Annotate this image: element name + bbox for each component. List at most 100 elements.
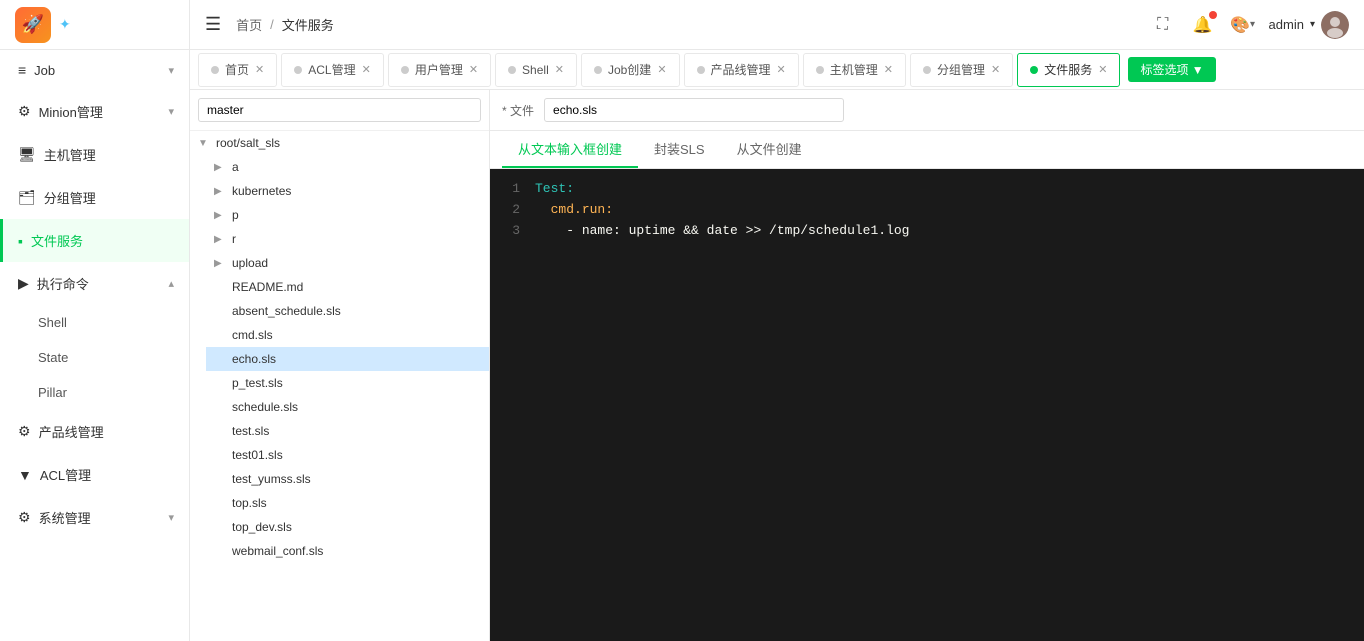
header-right: ⛶ 🔔 🎨 ▾ admin ▾	[1149, 11, 1349, 39]
tab-host[interactable]: 主机管理 ✕	[803, 53, 906, 87]
sidebar-item-product[interactable]: ⚙ 产品线管理	[0, 410, 189, 453]
tab-acl[interactable]: ACL管理 ✕	[281, 53, 384, 87]
tab-group-dot	[923, 66, 931, 74]
code-editor[interactable]: 1 Test: 2 cmd.run: 3 - name: uptime && d…	[490, 169, 1364, 641]
editor-tabs: 从文本输入框创建 封装SLS 从文件创建	[490, 131, 1364, 169]
file-schedule-label: schedule.sls	[232, 400, 298, 414]
tab-file-svc[interactable]: 文件服务 ✕	[1017, 53, 1120, 87]
tree-root: ▼ root/salt_sls ▶ a ▶ kubernetes	[190, 131, 489, 563]
hamburger-button[interactable]: ☰	[205, 14, 221, 35]
tab-host-close[interactable]: ✕	[884, 63, 893, 76]
filename-input[interactable]	[544, 98, 844, 122]
file-label: * 文件	[502, 102, 534, 119]
line-content-1: Test:	[535, 179, 574, 200]
tab-options-button[interactable]: 标签选项 ▼	[1128, 57, 1215, 82]
sidebar-item-shell[interactable]: Shell	[20, 305, 189, 340]
tab-home-close[interactable]: ✕	[255, 63, 264, 76]
file-test[interactable]: test.sls	[206, 419, 489, 443]
sidebar-item-job-label: Job	[34, 63, 55, 78]
sidebar-sub-menu: Shell State Pillar	[0, 305, 189, 410]
code-line-1: 1 Test:	[490, 179, 1364, 200]
tab-acl-close[interactable]: ✕	[362, 63, 371, 76]
file-top[interactable]: top.sls	[206, 491, 489, 515]
sidebar-item-exec[interactable]: ▶ 执行命令 ▴	[0, 262, 189, 305]
sidebar-item-acl[interactable]: ▼ ACL管理	[0, 453, 189, 496]
sidebar-item-state[interactable]: State	[20, 340, 189, 375]
tab-user[interactable]: 用户管理 ✕	[388, 53, 491, 87]
tab-job-create[interactable]: Job创建 ✕	[581, 53, 680, 87]
tab-shell-dot	[508, 66, 516, 74]
sidebar-item-minion[interactable]: ⚙ Minion管理 ▾	[0, 90, 189, 133]
tab-file-svc-close[interactable]: ✕	[1098, 63, 1107, 76]
file-absent-label: absent_schedule.sls	[232, 304, 341, 318]
user-menu[interactable]: admin ▾	[1269, 11, 1349, 39]
editor-tab-wrap-sls[interactable]: 封装SLS	[638, 131, 721, 168]
editor-tab-text-create[interactable]: 从文本输入框创建	[502, 131, 638, 168]
tree-search-input[interactable]	[198, 98, 481, 122]
editor-tab-text-label: 从文本输入框创建	[518, 142, 622, 157]
pillar-label: Pillar	[38, 385, 67, 400]
tab-home[interactable]: 首页 ✕	[198, 53, 277, 87]
expand-icon[interactable]: ⛶	[1149, 11, 1177, 39]
tab-group-close[interactable]: ✕	[991, 63, 1000, 76]
minion-arrow: ▾	[168, 105, 174, 118]
tab-shell[interactable]: Shell ✕	[495, 53, 577, 87]
sidebar-item-pillar[interactable]: Pillar	[20, 375, 189, 410]
breadcrumb-home[interactable]: 首页	[236, 15, 262, 34]
tab-home-dot	[211, 66, 219, 74]
header: ☰ 首页 / 文件服务 ⛶ 🔔 🎨 ▾ admin	[190, 0, 1364, 50]
sidebar-item-group[interactable]: 🗂 分组管理	[0, 176, 189, 219]
sidebar-item-file[interactable]: ▪ 文件服务	[0, 219, 189, 262]
sidebar-item-job[interactable]: ≡ Job ▾	[0, 50, 189, 90]
file-schedule[interactable]: schedule.sls	[206, 395, 489, 419]
folder-k8s-arrow: ▶	[214, 186, 228, 197]
line-num-2: 2	[490, 200, 535, 221]
tree-folder-r[interactable]: ▶ r	[206, 227, 489, 251]
file-absent-schedule[interactable]: absent_schedule.sls	[206, 299, 489, 323]
tab-product-dot	[697, 66, 705, 74]
tab-job-create-dot	[594, 66, 602, 74]
folder-upload-label: upload	[232, 256, 268, 270]
file-readme-label: README.md	[232, 280, 303, 294]
file-test-yumss[interactable]: test_yumss.sls	[206, 467, 489, 491]
file-ptest[interactable]: p_test.sls	[206, 371, 489, 395]
file-cmd-label: cmd.sls	[232, 328, 273, 342]
file-top-dev[interactable]: top_dev.sls	[206, 515, 489, 539]
host-icon: 🖥	[18, 146, 36, 163]
logo: 🚀 ✦	[0, 0, 189, 50]
folder-r-arrow: ▶	[214, 234, 228, 245]
tab-product-close[interactable]: ✕	[777, 63, 786, 76]
acl-icon: ▼	[18, 467, 32, 483]
tab-shell-close[interactable]: ✕	[555, 63, 564, 76]
file-testyumss-label: test_yumss.sls	[232, 472, 311, 486]
file-cmd[interactable]: cmd.sls	[206, 323, 489, 347]
folder-p-arrow: ▶	[214, 210, 228, 221]
code-line-3: 3 - name: uptime && date >> /tmp/schedul…	[490, 221, 1364, 242]
content: ▼ root/salt_sls ▶ a ▶ kubernetes	[190, 90, 1364, 641]
system-arrow: ▾	[168, 511, 174, 524]
tab-group[interactable]: 分组管理 ✕	[910, 53, 1013, 87]
line-content-2: cmd.run:	[535, 200, 613, 221]
file-webmail[interactable]: webmail_conf.sls	[206, 539, 489, 563]
tab-user-dot	[401, 66, 409, 74]
tree-folder-upload[interactable]: ▶ upload	[206, 251, 489, 275]
sidebar-item-host[interactable]: 🖥 主机管理	[0, 133, 189, 176]
tree-root-row[interactable]: ▼ root/salt_sls	[190, 131, 489, 155]
tab-user-label: 用户管理	[415, 61, 463, 78]
tab-job-create-close[interactable]: ✕	[657, 63, 666, 76]
tree-folder-a[interactable]: ▶ a	[206, 155, 489, 179]
tree-folder-p[interactable]: ▶ p	[206, 203, 489, 227]
sidebar-item-system[interactable]: ⚙ 系统管理 ▾	[0, 496, 189, 539]
file-readme[interactable]: README.md	[206, 275, 489, 299]
tab-product[interactable]: 产品线管理 ✕	[684, 53, 799, 87]
file-test01[interactable]: test01.sls	[206, 443, 489, 467]
group-icon: 🗂	[18, 189, 36, 206]
main: ☰ 首页 / 文件服务 ⛶ 🔔 🎨 ▾ admin	[190, 0, 1364, 641]
tab-user-close[interactable]: ✕	[469, 63, 478, 76]
notification-icon[interactable]: 🔔	[1189, 11, 1217, 39]
theme-icon[interactable]: 🎨 ▾	[1229, 11, 1257, 39]
tree-folder-kubernetes[interactable]: ▶ kubernetes	[206, 179, 489, 203]
sidebar-menu: ≡ Job ▾ ⚙ Minion管理 ▾ 🖥 主机管理 🗂 分组管理	[0, 50, 189, 641]
file-echo[interactable]: echo.sls	[206, 347, 489, 371]
editor-tab-file-create[interactable]: 从文件创建	[721, 131, 818, 168]
